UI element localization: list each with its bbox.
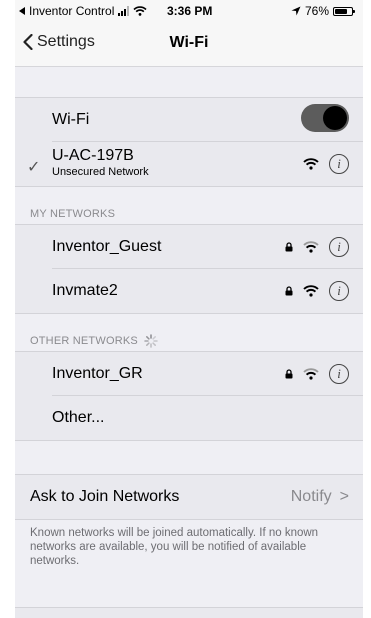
connected-network-subtitle: Unsecured Network (52, 166, 149, 178)
wifi-toggle-switch[interactable] (301, 104, 349, 132)
lock-icon (285, 242, 293, 252)
wifi-group: Wi-Fi ✓ U-AC-197B Unsecured Network i (15, 97, 363, 187)
network-accessories: i (285, 364, 349, 384)
other-networks-header-label: OTHER NETWORKS (30, 335, 138, 347)
connected-network-name: U-AC-197B (52, 147, 134, 164)
checkmark-icon: ✓ (27, 159, 41, 176)
network-name: Inventor_Guest (52, 238, 162, 255)
ask-to-join-footer: Known networks will be joined automatica… (30, 527, 319, 567)
battery-percent: 76% (304, 4, 329, 18)
ask-to-join-group: Ask to Join Networks Notify > (15, 474, 363, 520)
ask-to-join-value-text: Notify (290, 488, 332, 505)
network-row[interactable]: Inventor_GR i (15, 352, 363, 396)
wifi-signal-strong-icon (303, 285, 319, 297)
network-accessories: i (285, 281, 349, 301)
wifi-icon (133, 6, 147, 16)
other-networks-header: OTHER NETWORKS (15, 314, 363, 351)
connected-network-row[interactable]: ✓ U-AC-197B Unsecured Network i (15, 142, 363, 186)
status-bar: Inventor Control 3:36 PM 76% (15, 0, 363, 22)
other-network-row[interactable]: Other... (15, 396, 363, 440)
connected-accessories: i (303, 154, 349, 174)
back-arrow-icon[interactable] (19, 7, 25, 15)
settings-screen: Inventor Control 3:36 PM 76% Settings Wi… (15, 0, 363, 618)
back-app-label[interactable]: Inventor Control (29, 4, 114, 18)
lock-icon (285, 369, 293, 379)
wifi-signal-weak-icon (303, 368, 319, 380)
status-left: Inventor Control (19, 4, 147, 18)
wifi-signal-weak-icon (303, 241, 319, 253)
network-accessories: i (285, 237, 349, 257)
my-networks-group: Inventor_Guest i Invmate2 i (15, 224, 363, 314)
network-row[interactable]: Inventor_Guest i (15, 225, 363, 269)
info-icon[interactable]: i (329, 364, 349, 384)
ask-to-join-label: Ask to Join Networks (30, 488, 180, 505)
next-group-edge (15, 607, 363, 618)
loading-spinner-icon (144, 334, 158, 348)
status-time: 3:36 PM (167, 4, 213, 18)
ask-to-join-row[interactable]: Ask to Join Networks Notify > (15, 475, 363, 519)
navigation-bar: Settings Wi-Fi (15, 22, 363, 66)
status-right: 76% (291, 4, 355, 18)
other-networks-group: Inventor_GR i Other... (15, 351, 363, 441)
network-row[interactable]: Invmate2 i (15, 269, 363, 313)
location-arrow-icon (291, 6, 301, 16)
wifi-toggle-label: Wi-Fi (52, 111, 90, 128)
top-bar: Inventor Control 3:36 PM 76% Settings Wi… (15, 0, 363, 67)
ask-to-join-value: Notify > (291, 488, 349, 506)
my-networks-header: MY NETWORKS (15, 187, 363, 224)
toggle-knob (323, 106, 347, 130)
wifi-toggle-row: Wi-Fi (15, 98, 363, 142)
wifi-signal-strong-icon (303, 158, 319, 170)
battery-icon (333, 6, 355, 16)
info-icon[interactable]: i (329, 154, 349, 174)
page-title: Wi-Fi (169, 34, 209, 51)
info-icon[interactable]: i (329, 281, 349, 301)
chevron-right-icon: > (339, 488, 349, 505)
cellular-signal-icon (118, 6, 130, 16)
network-name: Inventor_GR (52, 365, 143, 382)
other-network-label: Other... (52, 409, 105, 426)
lock-icon (285, 286, 293, 296)
my-networks-header-label: MY NETWORKS (30, 208, 116, 220)
info-icon[interactable]: i (329, 237, 349, 257)
network-name: Invmate2 (52, 282, 118, 299)
